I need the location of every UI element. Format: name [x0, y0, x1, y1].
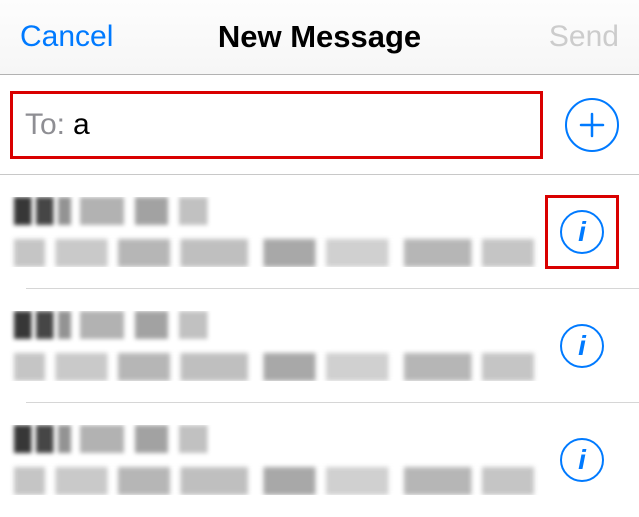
info-icon: i	[578, 218, 586, 246]
info-button-wrap: i	[545, 309, 619, 383]
suggestion-name-redacted	[14, 197, 234, 225]
suggestion-content	[0, 425, 545, 495]
suggestion-name-redacted	[14, 311, 234, 339]
suggestion-content	[0, 311, 545, 381]
suggestion-row[interactable]: i	[0, 403, 639, 517]
send-button: Send	[549, 20, 619, 54]
suggestion-name-redacted	[14, 425, 234, 453]
to-input[interactable]	[73, 108, 528, 142]
info-button-wrap: i	[545, 423, 619, 497]
suggestion-detail-redacted	[14, 467, 534, 495]
suggestion-row[interactable]: i	[0, 289, 639, 403]
plus-icon	[578, 111, 606, 139]
page-title: New Message	[218, 19, 421, 55]
to-row: To:	[0, 75, 639, 175]
info-icon: i	[578, 446, 586, 474]
navbar: Cancel New Message Send	[0, 0, 639, 75]
add-contact-button[interactable]	[565, 98, 619, 152]
to-label: To:	[25, 108, 65, 142]
info-button-highlight: i	[545, 195, 619, 269]
suggestion-content	[0, 197, 545, 267]
suggestion-detail-redacted	[14, 353, 534, 381]
cancel-button[interactable]: Cancel	[20, 20, 113, 54]
suggestion-detail-redacted	[14, 239, 534, 267]
info-icon: i	[578, 332, 586, 360]
suggestion-row[interactable]: i	[0, 175, 639, 289]
info-button[interactable]: i	[560, 210, 604, 254]
to-field-highlight: To:	[10, 91, 543, 159]
info-button[interactable]: i	[560, 324, 604, 368]
info-button[interactable]: i	[560, 438, 604, 482]
